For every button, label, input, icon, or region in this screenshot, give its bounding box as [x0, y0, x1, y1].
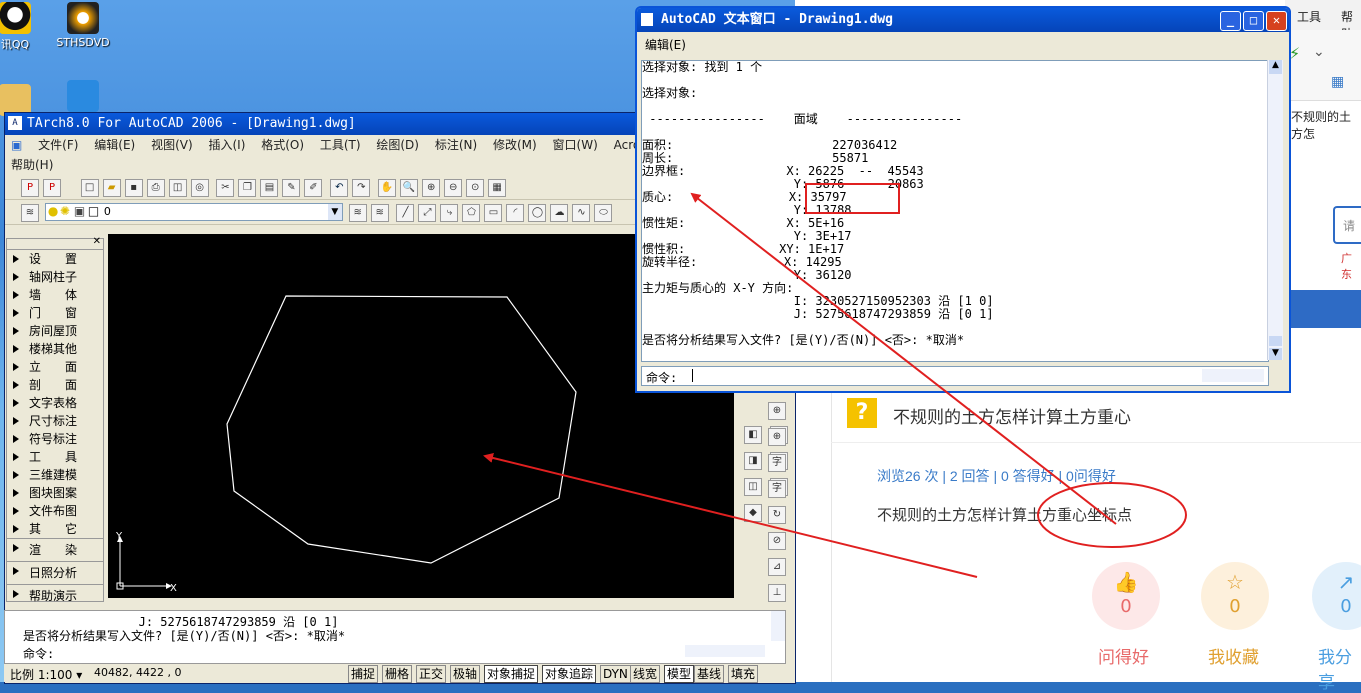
annotation-arrow	[690, 192, 1117, 525]
annotation-overlay	[483, 183, 1187, 578]
highlight-box	[805, 183, 900, 214]
annotation-arrow	[483, 453, 978, 578]
highlight-ellipse	[1037, 482, 1187, 548]
